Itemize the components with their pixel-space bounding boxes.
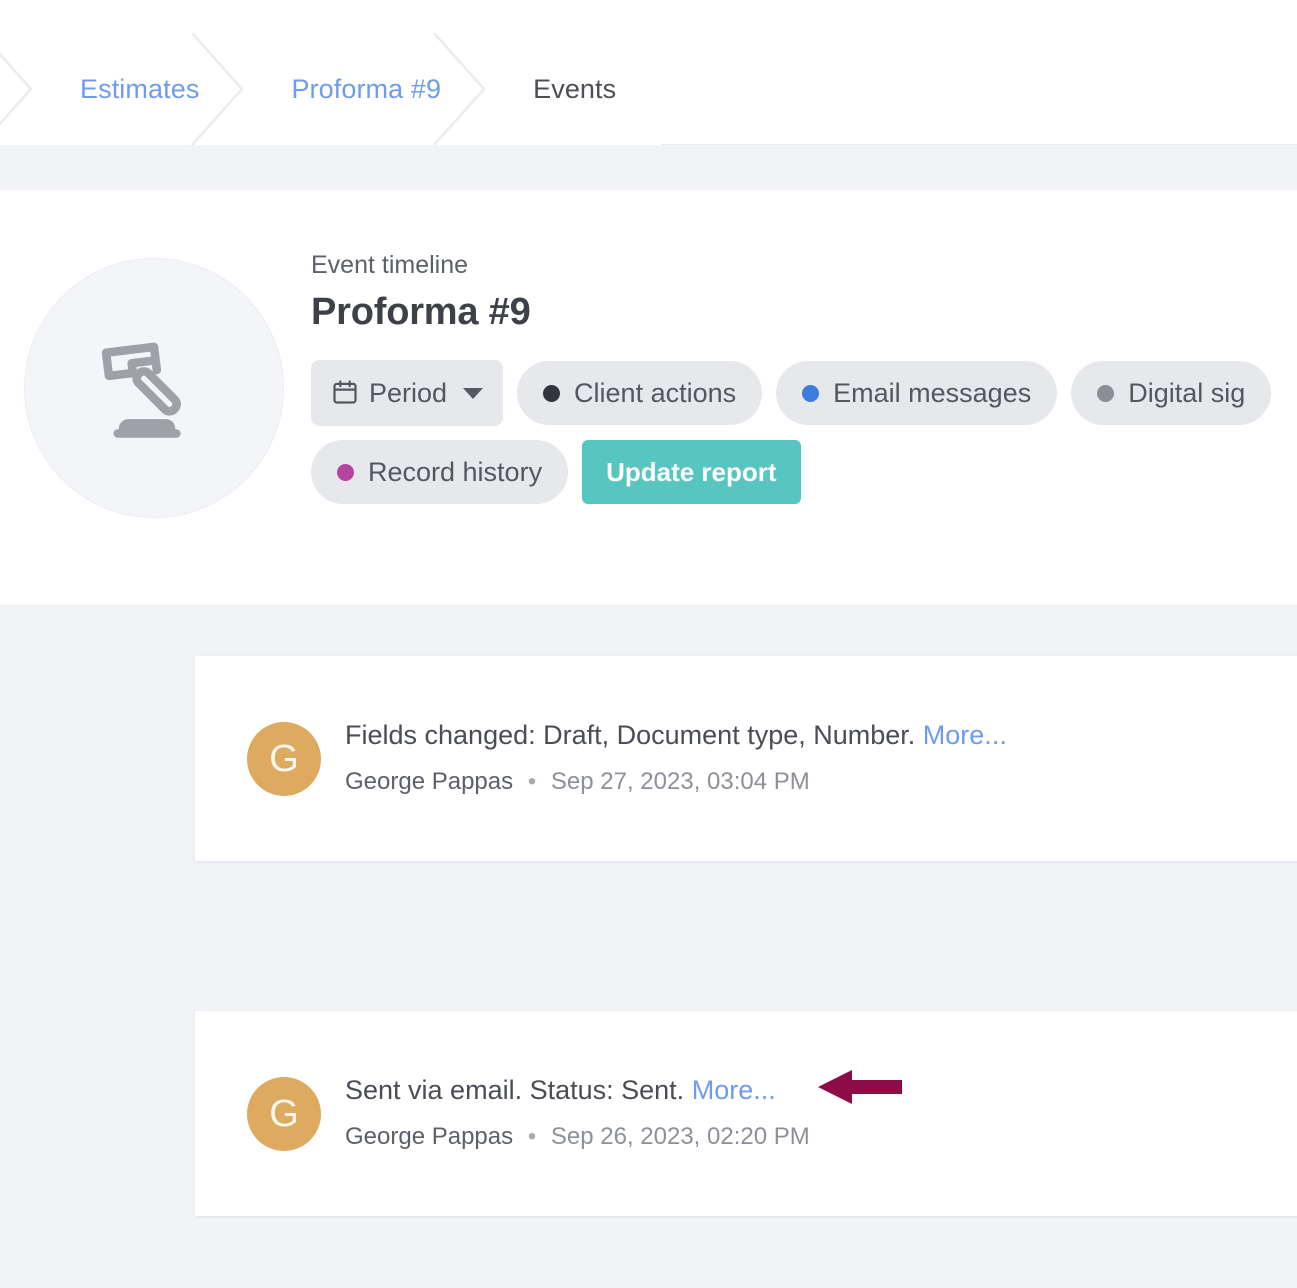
event-text-block: Fields changed: Draft, Document type, Nu… bbox=[345, 721, 1007, 795]
breadcrumb-item-home[interactable] bbox=[0, 33, 34, 145]
header-body: Event timeline Proforma #9 Period Client… bbox=[311, 248, 1297, 518]
timeline-event-card[interactable]: G Fields changed: Draft, Document type, … bbox=[195, 656, 1297, 861]
filter-row-2: Record history Update report bbox=[311, 440, 1297, 504]
event-timeline-list: G Fields changed: Draft, Document type, … bbox=[0, 605, 1297, 1288]
page-title: Proforma #9 bbox=[311, 291, 531, 333]
event-author: George Pappas bbox=[345, 1123, 514, 1151]
status-dot-record-history bbox=[337, 463, 354, 481]
avatar: G bbox=[247, 1076, 321, 1151]
avatar: G bbox=[247, 721, 321, 796]
card-content: G Sent via email. Status: Sent. More... … bbox=[247, 1011, 1297, 1216]
filter-label: Record history bbox=[368, 456, 543, 487]
chevron-down-icon bbox=[463, 387, 484, 399]
card-content: G Fields changed: Draft, Document type, … bbox=[247, 656, 1297, 861]
breadcrumb-separator-icon bbox=[0, 33, 34, 145]
breadcrumb-item-estimates[interactable]: Estimates bbox=[34, 33, 246, 145]
document-icon-circle bbox=[24, 258, 284, 518]
breadcrumb: Estimates Proforma #9 Events bbox=[0, 33, 663, 145]
timeline-event-card[interactable]: G Sent via email. Status: Sent. More... … bbox=[195, 1011, 1297, 1216]
filter-client-actions[interactable]: Client actions bbox=[517, 361, 763, 425]
event-summary: Fields changed: Draft, Document type, Nu… bbox=[345, 721, 1007, 751]
filter-email-messages[interactable]: Email messages bbox=[776, 361, 1058, 425]
status-dot-email-messages bbox=[802, 384, 820, 402]
meta-separator: • bbox=[527, 768, 537, 796]
event-meta: George Pappas • Sep 27, 2023, 03:04 PM bbox=[345, 768, 1007, 796]
breadcrumb-item-label: Events bbox=[533, 73, 617, 104]
breadcrumb-item-label: Estimates bbox=[80, 73, 200, 104]
more-link[interactable]: More... bbox=[923, 720, 1007, 751]
filter-row-1: Period Client actions Email messages Dig… bbox=[311, 360, 1297, 426]
event-author: George Pappas bbox=[345, 768, 514, 796]
breadcrumb-item-proforma[interactable]: Proforma #9 bbox=[245, 33, 488, 145]
status-dot-digital-signature bbox=[1097, 384, 1115, 402]
filter-label: Email messages bbox=[833, 377, 1032, 408]
calendar-icon bbox=[331, 378, 359, 408]
document-header-panel: Event timeline Proforma #9 Period Client… bbox=[0, 190, 1297, 605]
event-summary-text: Sent via email. Status: Sent. bbox=[345, 1075, 685, 1106]
event-meta: George Pappas • Sep 26, 2023, 02:20 PM bbox=[345, 1123, 810, 1151]
filter-label: Client actions bbox=[574, 377, 737, 408]
filter-record-history[interactable]: Record history bbox=[311, 440, 569, 504]
filter-digital-signature[interactable]: Digital sig bbox=[1071, 361, 1272, 425]
event-summary: Sent via email. Status: Sent. More... bbox=[345, 1076, 810, 1106]
page-eyebrow: Event timeline bbox=[311, 251, 469, 279]
event-text-block: Sent via email. Status: Sent. More... Ge… bbox=[345, 1076, 810, 1150]
event-timestamp: Sep 26, 2023, 02:20 PM bbox=[550, 1123, 810, 1151]
event-timestamp: Sep 27, 2023, 03:04 PM bbox=[550, 768, 810, 796]
gavel-icon bbox=[90, 322, 218, 455]
breadcrumb-item-label: Proforma #9 bbox=[291, 73, 442, 104]
period-filter-button[interactable]: Period bbox=[311, 360, 504, 426]
event-timeline-page: Estimates Proforma #9 Events Event timel… bbox=[0, 0, 1297, 1288]
status-dot-client-actions bbox=[543, 384, 561, 402]
meta-separator: • bbox=[527, 1123, 537, 1151]
update-report-button[interactable]: Update report bbox=[582, 440, 801, 504]
breadcrumb-item-events[interactable]: Events bbox=[487, 33, 663, 145]
filter-toolbar: Period Client actions Email messages Dig… bbox=[311, 360, 1297, 504]
event-summary-text: Fields changed: Draft, Document type, Nu… bbox=[345, 720, 916, 751]
period-filter-label: Period bbox=[369, 377, 448, 408]
more-link[interactable]: More... bbox=[692, 1075, 776, 1106]
filter-label: Digital sig bbox=[1128, 377, 1246, 408]
breadcrumb-bar: Estimates Proforma #9 Events bbox=[0, 0, 1297, 145]
